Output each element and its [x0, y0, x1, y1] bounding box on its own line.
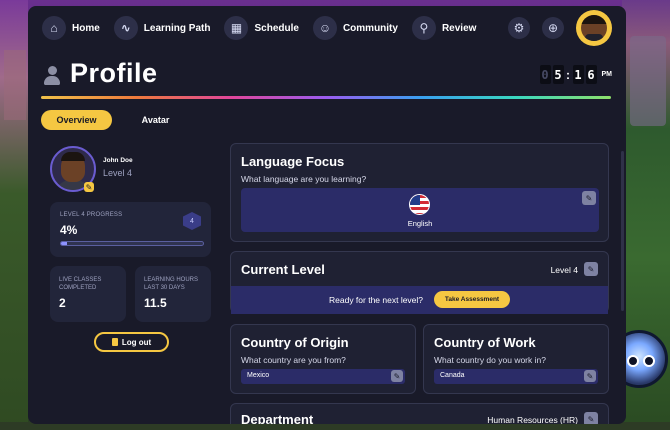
language-label: English — [407, 219, 433, 228]
work-value: Canada — [440, 372, 465, 379]
profile-panel: ⌂ Home ∿ Learning Path ▦ Schedule ☺ Comm… — [28, 6, 626, 424]
clock-digit: 1 — [572, 65, 584, 84]
work-select[interactable]: Canada ✎ — [434, 369, 598, 384]
stat-card-learning-hours: LEARNING HOURS LAST 30 DAYS 11.5 — [135, 266, 211, 322]
path-icon: ∿ — [113, 16, 138, 40]
level-badge: 4 — [183, 212, 201, 230]
tab-avatar[interactable]: Avatar — [120, 110, 191, 130]
stat-value: 2 — [59, 296, 66, 310]
language-selector[interactable]: English ✎ — [241, 188, 599, 232]
background-building — [4, 50, 26, 120]
logout-icon — [111, 338, 118, 346]
nav-home[interactable]: ⌂ Home — [42, 16, 100, 40]
origin-title: Country of Origin — [241, 335, 349, 350]
language-focus-card: Language Focus What language are you lea… — [230, 143, 609, 242]
origin-select[interactable]: Mexico ✎ — [241, 369, 405, 384]
language-focus-subtitle: What language are you learning? — [241, 174, 367, 184]
avatar-face — [581, 15, 607, 41]
nav-schedule[interactable]: ▦ Schedule — [224, 16, 299, 40]
rainbow-divider — [41, 96, 611, 99]
stat-label-line: COMPLETED — [59, 285, 97, 291]
edit-level-icon[interactable]: ✎ — [584, 262, 598, 276]
clock-digit: 5 — [552, 65, 564, 84]
nav-review-label: Review — [441, 22, 477, 34]
user-name: John Doe — [103, 157, 133, 164]
robot-eye-icon — [627, 355, 639, 367]
progress-label: LEVEL 4 PROGRESS — [60, 212, 123, 218]
country-of-origin-card: Country of Origin What country are you f… — [230, 324, 416, 394]
edit-department-icon[interactable]: ✎ — [584, 412, 598, 424]
nav-actions: ⚙ ⊕ — [508, 10, 612, 46]
scrollbar[interactable] — [621, 151, 624, 311]
nav-home-label: Home — [72, 22, 100, 34]
clock-period: PM — [601, 71, 613, 78]
stat-label: LIVE CLASSES COMPLETED — [59, 276, 101, 292]
country-of-work-card: Country of Work What country do you work… — [423, 324, 609, 394]
clock-colon: : — [566, 67, 570, 82]
work-subtitle: What country do you work in? — [434, 355, 546, 365]
work-title: Country of Work — [434, 335, 536, 350]
stat-label-line: LIVE CLASSES — [59, 277, 102, 283]
nav-community[interactable]: ☺ Community — [312, 16, 398, 40]
edit-avatar-icon[interactable]: ✎ — [84, 182, 94, 192]
home-icon: ⌂ — [42, 16, 66, 40]
page-title: Profile — [70, 58, 158, 88]
clock-digit: 0 — [539, 65, 551, 84]
language-focus-title: Language Focus — [241, 154, 345, 169]
assessment-prompt: Ready for the next level? — [329, 295, 424, 305]
nav-learning-path-label: Learning Path — [143, 22, 211, 34]
edit-origin-icon[interactable]: ✎ — [391, 370, 403, 382]
lifebuoy-icon[interactable]: ⊕ — [542, 17, 564, 39]
person-icon — [44, 66, 60, 86]
user-avatar-button[interactable] — [576, 10, 612, 46]
progress-bar — [60, 241, 204, 246]
nav-community-label: Community — [342, 22, 398, 34]
logout-button[interactable]: Log out — [94, 332, 169, 352]
user-level: Level 4 — [103, 168, 133, 178]
tab-overview[interactable]: Overview — [41, 110, 112, 130]
tab-bar: Overview Avatar — [41, 110, 191, 130]
top-nav: ⌂ Home ∿ Learning Path ▦ Schedule ☺ Comm… — [28, 6, 626, 50]
level-progress-card: LEVEL 4 PROGRESS 4% 4 — [50, 202, 211, 257]
logout-label: Log out — [121, 337, 152, 347]
stat-label: LEARNING HOURS LAST 30 DAYS — [144, 276, 198, 292]
nav-learning-path[interactable]: ∿ Learning Path — [113, 16, 211, 40]
nav-schedule-label: Schedule — [254, 22, 299, 34]
edit-work-icon[interactable]: ✎ — [584, 370, 596, 382]
department-card: Department Human Resources (HR) ✎ — [230, 403, 609, 424]
robot-eye-icon — [643, 355, 655, 367]
nav-review[interactable]: ⚲ Review — [411, 16, 477, 40]
edit-language-icon[interactable]: ✎ — [582, 191, 596, 205]
progress-bar-fill — [61, 242, 67, 245]
clock: 0 5 : 1 6 PM — [539, 65, 613, 84]
current-level-value: Level 4 — [550, 265, 578, 275]
stat-card-live-classes: LIVE CLASSES COMPLETED 2 — [50, 266, 126, 322]
origin-subtitle: What country are you from? — [241, 355, 346, 365]
current-level-card: Current Level Level 4 ✎ Ready for the ne… — [230, 251, 609, 314]
assessment-strip: Ready for the next level? Take Assessmen… — [231, 286, 608, 314]
stat-label-line: LAST 30 DAYS — [144, 285, 185, 291]
gear-icon[interactable]: ⚙ — [508, 17, 530, 39]
calendar-icon: ▦ — [224, 16, 249, 40]
progress-value: 4% — [60, 223, 78, 237]
review-icon: ⚲ — [411, 16, 436, 40]
stat-value: 11.5 — [144, 296, 167, 310]
current-level-title: Current Level — [241, 262, 325, 277]
clock-digit: 6 — [585, 65, 597, 84]
community-icon: ☺ — [312, 16, 337, 40]
stat-label-line: LEARNING HOURS — [144, 277, 199, 283]
background-tower — [630, 36, 666, 126]
department-title: Department — [241, 412, 314, 424]
us-flag-icon — [409, 194, 430, 215]
department-value: Human Resources (HR) — [487, 415, 578, 424]
take-assessment-button[interactable]: Take Assessment — [434, 291, 510, 308]
origin-value: Mexico — [247, 372, 270, 379]
title-row: Profile 0 5 : 1 6 PM — [28, 50, 626, 96]
